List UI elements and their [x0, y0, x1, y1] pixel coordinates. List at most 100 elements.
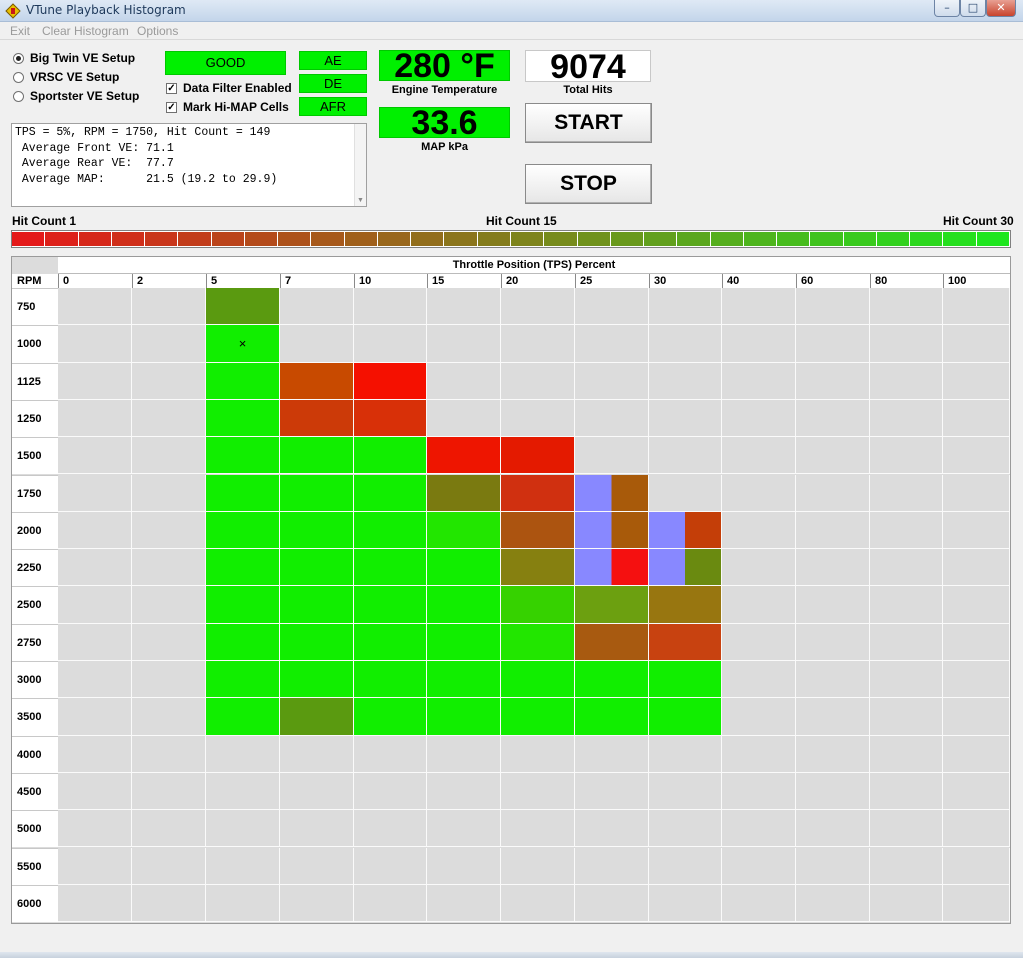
radio-vrsc[interactable]: VRSC VE Setup: [13, 69, 119, 85]
histogram-cell[interactable]: [501, 474, 575, 512]
histogram-cell[interactable]: [206, 549, 280, 587]
histogram-cell[interactable]: [427, 362, 501, 400]
histogram-cell[interactable]: [649, 362, 722, 400]
histogram-cell[interactable]: [206, 698, 280, 736]
histogram-cell[interactable]: [943, 772, 1010, 811]
start-button[interactable]: START: [525, 103, 652, 143]
histogram-cell[interactable]: [722, 437, 796, 475]
histogram-cell[interactable]: [649, 623, 722, 661]
histogram-cell[interactable]: [132, 474, 206, 512]
histogram-cell[interactable]: [501, 549, 575, 587]
histogram-cell[interactable]: [132, 437, 206, 475]
histogram-cell[interactable]: [722, 735, 796, 773]
histogram-cell[interactable]: [575, 884, 649, 923]
radio-sportster[interactable]: Sportster VE Setup: [13, 88, 139, 104]
histogram-cell[interactable]: [206, 474, 280, 512]
histogram-cell[interactable]: [280, 288, 354, 326]
histogram-cell[interactable]: [870, 884, 943, 923]
histogram-cell[interactable]: [870, 586, 943, 624]
histogram-cell[interactable]: [870, 661, 943, 699]
histogram-cell[interactable]: [501, 437, 575, 475]
histogram-cell[interactable]: [796, 884, 870, 923]
histogram-cell[interactable]: [575, 362, 649, 400]
histogram-cell[interactable]: [649, 810, 722, 848]
histogram-cell[interactable]: [943, 698, 1010, 736]
histogram-cell[interactable]: [796, 623, 870, 661]
histogram-cell[interactable]: [870, 735, 943, 773]
mark-hi-map-checkbox[interactable]: ✓: [166, 101, 177, 113]
histogram-cell[interactable]: [280, 549, 354, 587]
histogram-cell[interactable]: [132, 549, 206, 587]
histogram-cell[interactable]: [943, 847, 1010, 885]
histogram-cell[interactable]: [206, 511, 280, 550]
histogram-cell[interactable]: [796, 288, 870, 326]
maximize-button[interactable]: □: [960, 0, 986, 17]
histogram-cell[interactable]: [354, 698, 427, 736]
histogram-cell[interactable]: [354, 884, 427, 923]
histogram-cell[interactable]: [649, 325, 722, 363]
histogram-cell[interactable]: [206, 362, 280, 400]
histogram-cell[interactable]: [58, 661, 132, 699]
histogram-cell[interactable]: [132, 810, 206, 848]
histogram-cell[interactable]: [132, 772, 206, 811]
histogram-cell[interactable]: [206, 288, 280, 326]
menu-exit[interactable]: Exit: [10, 24, 30, 38]
histogram-cell[interactable]: [722, 884, 796, 923]
histogram-cell[interactable]: [58, 698, 132, 736]
histogram-cell[interactable]: [206, 661, 280, 699]
histogram-cell[interactable]: [58, 586, 132, 624]
histogram-cell[interactable]: [280, 399, 354, 438]
histogram-cell[interactable]: [132, 511, 206, 550]
histogram-cell[interactable]: [206, 399, 280, 438]
histogram-cell[interactable]: [427, 549, 501, 587]
histogram-cell[interactable]: [354, 325, 427, 363]
histogram-cell[interactable]: [206, 586, 280, 624]
histogram-cell[interactable]: [575, 549, 649, 587]
histogram-cell[interactable]: [280, 474, 354, 512]
histogram-cell[interactable]: [796, 810, 870, 848]
histogram-cell[interactable]: [132, 735, 206, 773]
histogram-cell[interactable]: [427, 399, 501, 438]
histogram-cell[interactable]: [58, 288, 132, 326]
histogram-cell[interactable]: [132, 362, 206, 400]
histogram-cell[interactable]: [870, 288, 943, 326]
histogram-cell[interactable]: [575, 847, 649, 885]
histogram-cell[interactable]: [796, 511, 870, 550]
histogram-cell[interactable]: [354, 586, 427, 624]
histogram-cell[interactable]: [722, 810, 796, 848]
histogram-cell[interactable]: [870, 623, 943, 661]
histogram-cell[interactable]: [943, 586, 1010, 624]
histogram-cell[interactable]: [58, 399, 132, 438]
histogram-cell[interactable]: [132, 884, 206, 923]
histogram-cell[interactable]: [649, 661, 722, 699]
cell-info-textbox[interactable]: TPS = 5%, RPM = 1750, Hit Count = 149 Av…: [11, 123, 367, 207]
histogram-cell[interactable]: [501, 362, 575, 400]
histogram-cell[interactable]: [58, 362, 132, 400]
histogram-cell[interactable]: [58, 810, 132, 848]
histogram-cell[interactable]: [206, 772, 280, 811]
histogram-cell[interactable]: [575, 586, 649, 624]
histogram-cell[interactable]: [427, 437, 501, 475]
histogram-cell[interactable]: [870, 549, 943, 587]
histogram-cell[interactable]: [206, 437, 280, 475]
histogram-cell[interactable]: [501, 884, 575, 923]
histogram-cell[interactable]: [206, 735, 280, 773]
histogram-cell[interactable]: [354, 810, 427, 848]
histogram-cell[interactable]: [501, 325, 575, 363]
histogram-cell[interactable]: [575, 474, 649, 512]
histogram-cell[interactable]: [943, 661, 1010, 699]
histogram-cell[interactable]: [354, 474, 427, 512]
histogram-cell[interactable]: [427, 623, 501, 661]
histogram-cell[interactable]: [501, 698, 575, 736]
histogram-cell[interactable]: [870, 772, 943, 811]
histogram-cell[interactable]: [354, 772, 427, 811]
histogram-cell[interactable]: [58, 847, 132, 885]
histogram-cell[interactable]: [796, 362, 870, 400]
histogram-cell[interactable]: [501, 735, 575, 773]
histogram-cell[interactable]: [354, 362, 427, 400]
histogram-cell[interactable]: [58, 549, 132, 587]
histogram-cell[interactable]: [722, 772, 796, 811]
histogram-cell[interactable]: [354, 288, 427, 326]
histogram-cell[interactable]: [575, 735, 649, 773]
histogram-cell[interactable]: [943, 325, 1010, 363]
